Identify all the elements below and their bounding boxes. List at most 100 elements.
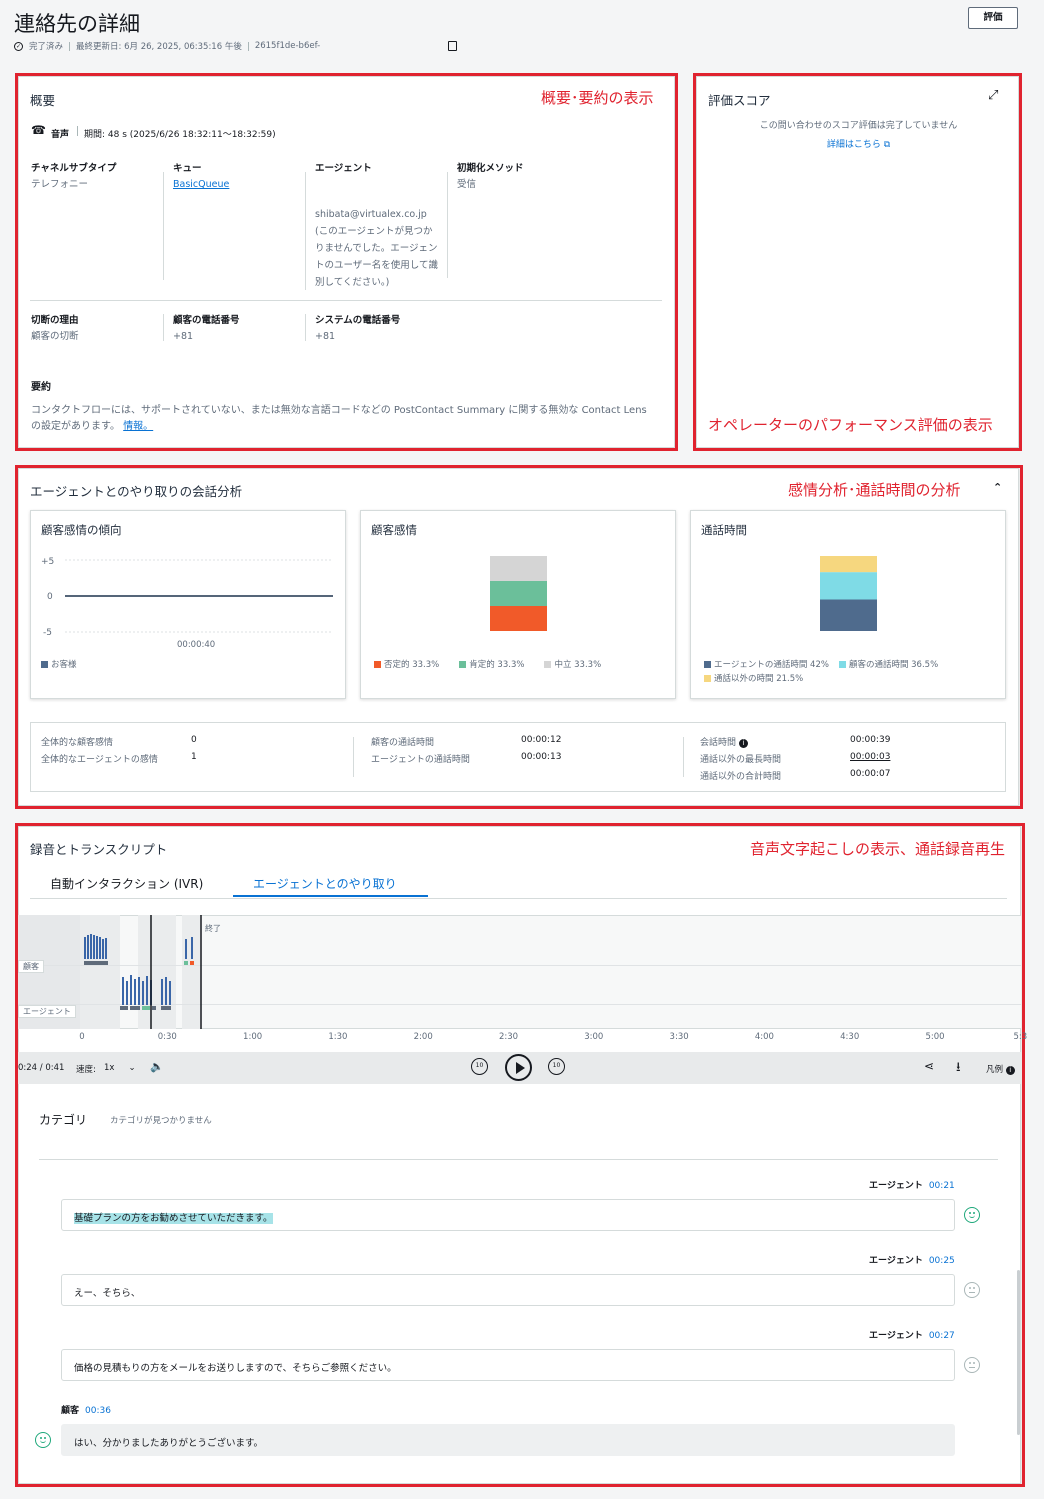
- sentiment-chart: [490, 556, 547, 631]
- message-speaker: エージェント 00:25: [869, 1256, 955, 1266]
- collapse-chevron-icon[interactable]: ⌃: [993, 481, 1002, 494]
- contact-id: 2615f1de-b6ef-: [254, 41, 321, 51]
- channel-label: 音声: [51, 130, 70, 140]
- legend-item: 通話以外の時間 21.5%: [704, 674, 803, 684]
- y-tick-neg: -5: [43, 628, 52, 638]
- learn-more-link[interactable]: 詳細はこちら ⧉: [700, 137, 1017, 150]
- categories-title: カテゴリ: [39, 1113, 88, 1127]
- field-disconnect-reason: 切断の理由 顧客の切断: [31, 315, 79, 342]
- message-bubble: えー、そちら、: [61, 1274, 955, 1306]
- volume-icon[interactable]: 🔈: [150, 1060, 164, 1073]
- overview-title: 概要: [30, 93, 56, 108]
- axis-tick: 4:30: [840, 1032, 860, 1042]
- evaluation-message: この問い合わせのスコア評価は完了していません: [759, 121, 958, 131]
- analytics-annotation: 感情分析･通話時間の分析: [788, 481, 961, 499]
- message-speaker: 顧客 00:36: [61, 1406, 111, 1416]
- bar-segment-2: [820, 556, 877, 573]
- tab-agent[interactable]: エージェントとのやり取り: [253, 875, 397, 892]
- info-link[interactable]: 情報。: [123, 421, 153, 432]
- bar-segment-0: [490, 606, 547, 631]
- copy-icon[interactable]: [448, 41, 457, 51]
- last-updated: 最終更新日: 6月 26, 2025, 06:35:16 午後: [76, 42, 242, 52]
- trend-title: 顧客感情の傾向: [41, 523, 122, 537]
- categories-empty: カテゴリが見つかりません: [110, 1116, 212, 1126]
- axis-tick: 2:00: [413, 1032, 433, 1042]
- message-bubble: 価格の見積もりの方をメールをお送りしますので、そちらご参照ください。: [61, 1349, 955, 1381]
- bar-segment-1: [820, 572, 877, 600]
- y-tick-zero: 0: [47, 592, 53, 602]
- field-channel-subtype: チャネルサブタイプ テレフォニー: [31, 163, 117, 190]
- talktime-title: 通話時間: [701, 523, 747, 537]
- trend-legend: お客様: [41, 658, 77, 670]
- scrollbar[interactable]: [1017, 1270, 1020, 1435]
- legend-item: エージェントの通話時間 42%: [704, 660, 829, 670]
- neutral-sentiment-icon: [964, 1357, 980, 1373]
- info-icon[interactable]: i: [738, 739, 748, 748]
- legend-toggle[interactable]: 凡例 i: [986, 1063, 1015, 1075]
- speed-label: 速度:: [76, 1065, 96, 1075]
- speed-select[interactable]: 1x ⌄: [104, 1063, 136, 1073]
- bar-segment-1: [490, 581, 547, 606]
- info-icon: i: [1005, 1066, 1015, 1075]
- legend-item: 中立 33.3%: [544, 658, 601, 670]
- playback-position: 0:24 / 0:41: [18, 1063, 65, 1073]
- message-bubble: はい、分かりましたありがとうございます。: [61, 1424, 955, 1456]
- waveform-bars: [84, 915, 202, 1029]
- legend-item: 否定的 33.3%: [374, 658, 439, 670]
- field-customer-phone: 顧客の電話番号 +81: [173, 315, 240, 342]
- download-icon[interactable]: ⭳: [956, 1058, 961, 1080]
- axis-tick: 0: [79, 1032, 85, 1042]
- axis-tick: 4:00: [754, 1032, 774, 1042]
- legend-item: 顧客の通話時間 36.5%: [838, 660, 938, 670]
- end-marker-label: 終了: [205, 924, 221, 933]
- sentiment-title: 顧客感情: [371, 523, 417, 537]
- trend-chart: +5 0 -5 00:00:40: [41, 557, 333, 650]
- nontalk-max-link[interactable]: 00:00:03: [850, 752, 890, 762]
- check-circle-icon: ✓: [14, 41, 23, 51]
- y-tick-pos: +5: [41, 557, 54, 567]
- axis-tick: 3:30: [669, 1032, 689, 1042]
- transcript-annotation: 音声文字起こしの表示、通話録音再生: [750, 840, 1006, 858]
- axis-tick: 0:30: [157, 1032, 177, 1042]
- message-speaker: エージェント 00:21: [869, 1181, 955, 1191]
- tab-ivr[interactable]: 自動インタラクション (IVR): [50, 875, 203, 892]
- play-button[interactable]: [505, 1054, 532, 1081]
- talktime-legend: エージェントの通話時間 42% 顧客の通話時間 36.5% 通話以外の時間 21.5…: [704, 658, 994, 686]
- axis-tick: 5:3: [1013, 1032, 1028, 1042]
- message-speaker: エージェント 00:27: [869, 1331, 955, 1341]
- analytics-title: エージェントとのやり取りの会話分析: [30, 484, 243, 499]
- page-title: 連絡先の詳細: [14, 12, 140, 36]
- legend-item: 肯定的 33.3%: [459, 658, 524, 670]
- external-link-icon: ⧉: [883, 140, 891, 150]
- positive-sentiment-icon: [35, 1432, 51, 1448]
- queue-link[interactable]: BasicQueue: [173, 176, 298, 193]
- sentiment-legend: 否定的 33.3% 肯定的 33.3% 中立 33.3%: [374, 658, 611, 670]
- forward-10-icon[interactable]: 10: [548, 1058, 565, 1075]
- evaluation-annotation: オペレーターのパフォーマンス評価の表示: [708, 416, 993, 434]
- neutral-sentiment-icon: [964, 1282, 980, 1298]
- field-queue: キュー BasicQueue: [173, 160, 298, 193]
- share-icon[interactable]: ⋖: [924, 1059, 934, 1073]
- axis-tick: 5:00: [925, 1032, 945, 1042]
- axis-tick: 1:30: [328, 1032, 348, 1042]
- axis-tick: 2:30: [498, 1032, 519, 1042]
- expand-icon[interactable]: ⤢: [988, 88, 998, 103]
- bar-segment-0: [820, 599, 877, 631]
- positive-sentiment-icon: [964, 1207, 980, 1223]
- status-text: 完了済み: [29, 42, 64, 52]
- axis-tick: 1:00: [243, 1032, 263, 1042]
- rewind-10-icon[interactable]: 10: [471, 1058, 488, 1075]
- summary-title: 要約: [31, 382, 51, 393]
- field-system-phone: システムの電話番号 +81: [315, 315, 401, 342]
- x-tick: 00:00:40: [177, 640, 215, 650]
- transcript-title: 録音とトランスクリプト: [30, 842, 168, 857]
- play-icon: [516, 1062, 525, 1074]
- overview-annotation: 概要･要約の表示: [541, 89, 654, 107]
- tab-active-underline: [233, 895, 428, 897]
- message-bubble: 基礎プランの方をお勧めさせていただきます。: [61, 1199, 955, 1231]
- axis-tick: 3:00: [584, 1032, 604, 1042]
- talktime-chart: [820, 556, 877, 631]
- evaluation-title: 評価スコア: [708, 93, 771, 108]
- evaluate-button[interactable]: 評価: [968, 7, 1018, 29]
- field-agent: エージェント shibata@virtualex.co.jp (このエージェント…: [315, 163, 439, 288]
